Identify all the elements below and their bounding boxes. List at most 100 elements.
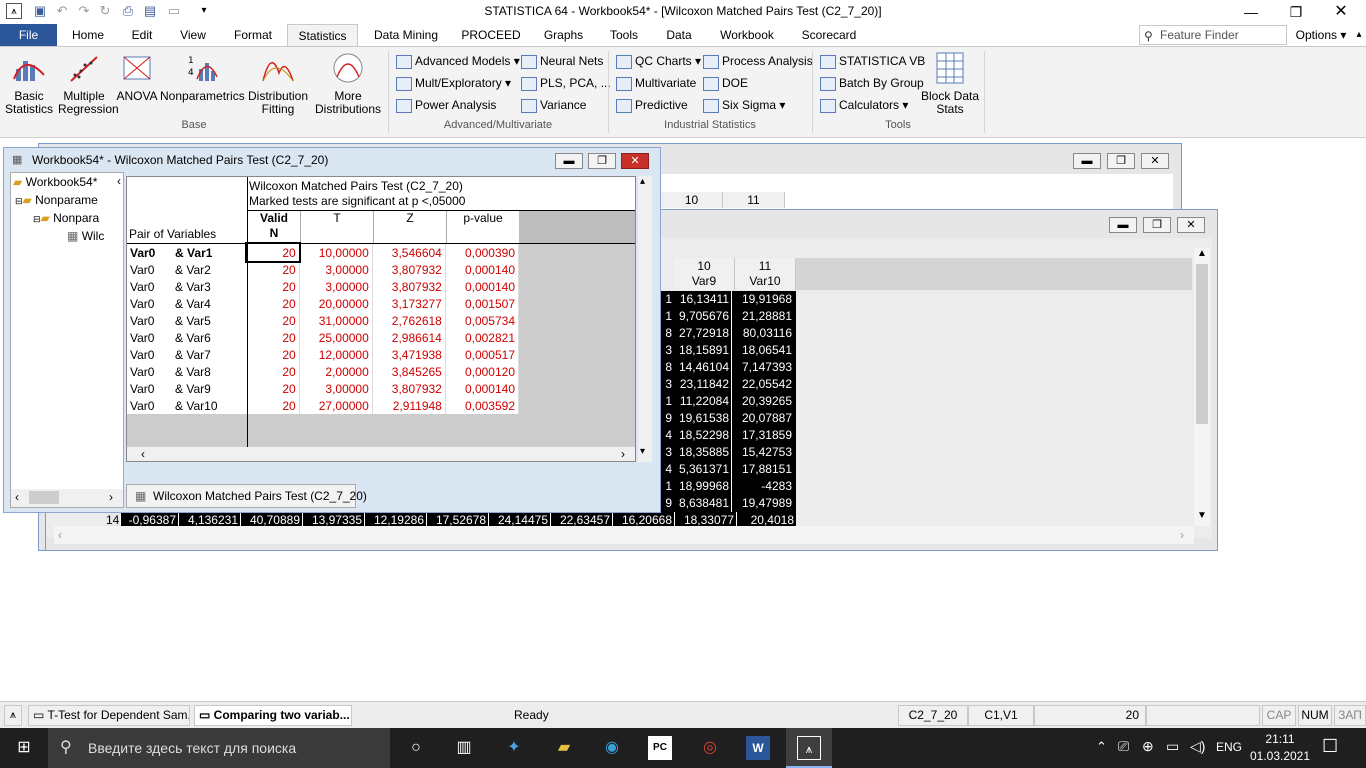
col-header-t[interactable]: T: [300, 211, 373, 243]
clock-time[interactable]: 21:11: [1252, 732, 1308, 746]
data-close-button[interactable]: ✕: [1177, 217, 1205, 233]
cell-var-b[interactable]: & Var8: [172, 363, 248, 380]
cell-var-a[interactable]: Var0: [127, 244, 172, 261]
data-cell-prev[interactable]: 8: [660, 325, 672, 342]
batch-by-group-button[interactable]: Batch By Group: [820, 73, 924, 93]
cell-var-a[interactable]: Var0: [127, 312, 172, 329]
cell-t-value[interactable]: 10,00000: [299, 244, 373, 261]
cell-t-value[interactable]: 2,00000: [299, 363, 373, 380]
file-explorer-icon[interactable]: ▰: [552, 736, 576, 760]
close-button[interactable]: ✕: [1326, 2, 1356, 22]
cell-z-value[interactable]: 3,173277: [372, 295, 446, 312]
cell-p-value[interactable]: 0,000120: [445, 363, 520, 380]
tab-tools[interactable]: Tools: [601, 24, 647, 46]
edge-icon[interactable]: ◉: [600, 736, 624, 760]
cell-t-value[interactable]: 25,00000: [299, 329, 373, 346]
cell-p-value[interactable]: 0,003592: [445, 397, 520, 414]
col-header-var9[interactable]: 10 Var9: [674, 258, 735, 290]
data-cell-var10[interactable]: 15,42753: [734, 444, 794, 461]
cell-var-a[interactable]: Var0: [127, 397, 172, 414]
network-icon[interactable]: ⊕: [1142, 738, 1154, 755]
cell-var-a[interactable]: Var0: [127, 261, 172, 278]
basic-statistics-button[interactable]: Basic Statistics: [4, 51, 54, 116]
app-status-icon[interactable]: ⩚: [4, 705, 22, 726]
data-cell-var10[interactable]: 80,03116: [734, 325, 794, 342]
data-cell-var10[interactable]: 17,31859: [734, 427, 794, 444]
scroll-left-icon[interactable]: ‹: [141, 447, 145, 461]
cell-z-value[interactable]: 3,546604: [372, 244, 446, 261]
data-cell-prev[interactable]: 1: [660, 291, 672, 308]
windows-start-icon[interactable]: ⊞: [12, 736, 36, 760]
data-cell-prev[interactable]: 3: [660, 342, 672, 359]
data-cell-prev[interactable]: 9: [660, 495, 672, 512]
scroll-thumb[interactable]: [29, 491, 59, 504]
tree-node-nonparametrics[interactable]: ⊟▰ Nonparame: [15, 193, 98, 207]
col-header-p-value[interactable]: p-value: [446, 211, 519, 243]
data-vertical-scrollbar[interactable]: ▲ ▼: [1194, 248, 1210, 526]
show-hidden-icons[interactable]: ⌃: [1096, 739, 1107, 755]
data-cell-var9[interactable]: 23,11842: [674, 376, 732, 393]
cell-var-a[interactable]: Var0: [127, 363, 172, 380]
collapse-icon[interactable]: ⊟: [15, 196, 23, 206]
data-cell-var10[interactable]: -4283: [734, 478, 794, 495]
doe-button[interactable]: DOE: [703, 73, 748, 93]
six-sigma-button[interactable]: Six Sigma ▾: [703, 95, 785, 115]
distribution-fitting-button[interactable]: Distribution Fitting: [246, 51, 310, 116]
scroll-up-icon[interactable]: ▲: [1194, 248, 1210, 259]
data-cell-var9[interactable]: 18,15891: [674, 342, 732, 359]
cell-valid-n[interactable]: 20: [245, 242, 302, 263]
data-cell-var9[interactable]: 9,705676: [674, 308, 732, 325]
cell-var-b[interactable]: & Var3: [172, 278, 248, 295]
options-menu[interactable]: Options ▾: [1290, 24, 1352, 46]
neural-nets-button[interactable]: Neural Nets: [521, 51, 603, 71]
data-horizontal-scrollbar[interactable]: ‹ ›: [54, 526, 1194, 544]
chrome-icon[interactable]: ◎: [698, 736, 722, 760]
variance-button[interactable]: Variance: [521, 95, 586, 115]
taskbar-search-box[interactable]: ⚲ Введите здесь текст для поиска: [48, 728, 390, 768]
cell-valid-n[interactable]: 20: [247, 397, 300, 414]
cell-z-value[interactable]: 3,471938: [372, 346, 446, 363]
cell-p-value[interactable]: 0,005734: [445, 312, 520, 329]
cell-valid-n[interactable]: 20: [247, 346, 300, 363]
data-cell-var10[interactable]: 19,91968: [734, 291, 794, 308]
tree-node-wilcoxon[interactable]: ▦ Wilc: [67, 229, 104, 243]
data-cell-var10[interactable]: 17,88151: [734, 461, 794, 478]
predictive-button[interactable]: Predictive: [616, 95, 688, 115]
cell-p-value[interactable]: 0,000390: [445, 244, 520, 261]
cell-var-b[interactable]: & Var2: [172, 261, 248, 278]
scroll-down-icon[interactable]: ▼: [1194, 510, 1210, 521]
back-minimize-button[interactable]: ▬: [1073, 153, 1101, 169]
cell-var-a[interactable]: Var0: [127, 346, 172, 363]
tab-workbook[interactable]: Workbook: [711, 24, 783, 46]
data-cell-var10[interactable]: 20,07887: [734, 410, 794, 427]
cell-var-a[interactable]: Var0: [127, 295, 172, 312]
scroll-right-icon[interactable]: ›: [621, 447, 625, 461]
cell-t-value[interactable]: 31,00000: [299, 312, 373, 329]
data-cell-prev[interactable]: 1: [660, 393, 672, 410]
data-cell-prev[interactable]: 8: [660, 359, 672, 376]
help-icon[interactable]: ▴: [1352, 24, 1366, 46]
feature-finder-input[interactable]: ⚲ Feature Finder: [1139, 25, 1287, 45]
task-view-icon[interactable]: ▥: [452, 736, 476, 760]
notification-icon[interactable]: ☐: [1322, 736, 1338, 757]
cortana-icon[interactable]: ○: [404, 736, 428, 760]
task-t-test[interactable]: ▭ T-Test for Dependent Sam...: [28, 705, 190, 726]
scroll-left-icon[interactable]: ‹: [58, 528, 62, 542]
results-close-button[interactable]: ✕: [621, 153, 649, 169]
results-minimize-button[interactable]: ▬: [555, 153, 583, 169]
data-cell-var9[interactable]: 5,361371: [674, 461, 732, 478]
cell-p-value[interactable]: 0,000140: [445, 380, 520, 397]
device-icon[interactable]: ⎚: [1118, 738, 1129, 755]
tree-horizontal-scrollbar[interactable]: ‹ ›: [11, 489, 123, 507]
clock-date[interactable]: 01.03.2021: [1248, 749, 1312, 763]
data-cell-var9[interactable]: 18,35885: [674, 444, 732, 461]
word-icon[interactable]: W: [746, 736, 770, 760]
data-cell-prev[interactable]: 3: [660, 376, 672, 393]
results-vertical-scrollbar[interactable]: ▴ ▾: [638, 176, 652, 462]
multivariate-button[interactable]: Multivariate: [616, 73, 696, 93]
data-cell-var10[interactable]: 19,47989: [734, 495, 794, 512]
cell-var-b[interactable]: & Var9: [172, 380, 248, 397]
data-cell-var9[interactable]: 27,72918: [674, 325, 732, 342]
volume-icon[interactable]: ◁): [1190, 738, 1205, 755]
cell-z-value[interactable]: 2,986614: [372, 329, 446, 346]
